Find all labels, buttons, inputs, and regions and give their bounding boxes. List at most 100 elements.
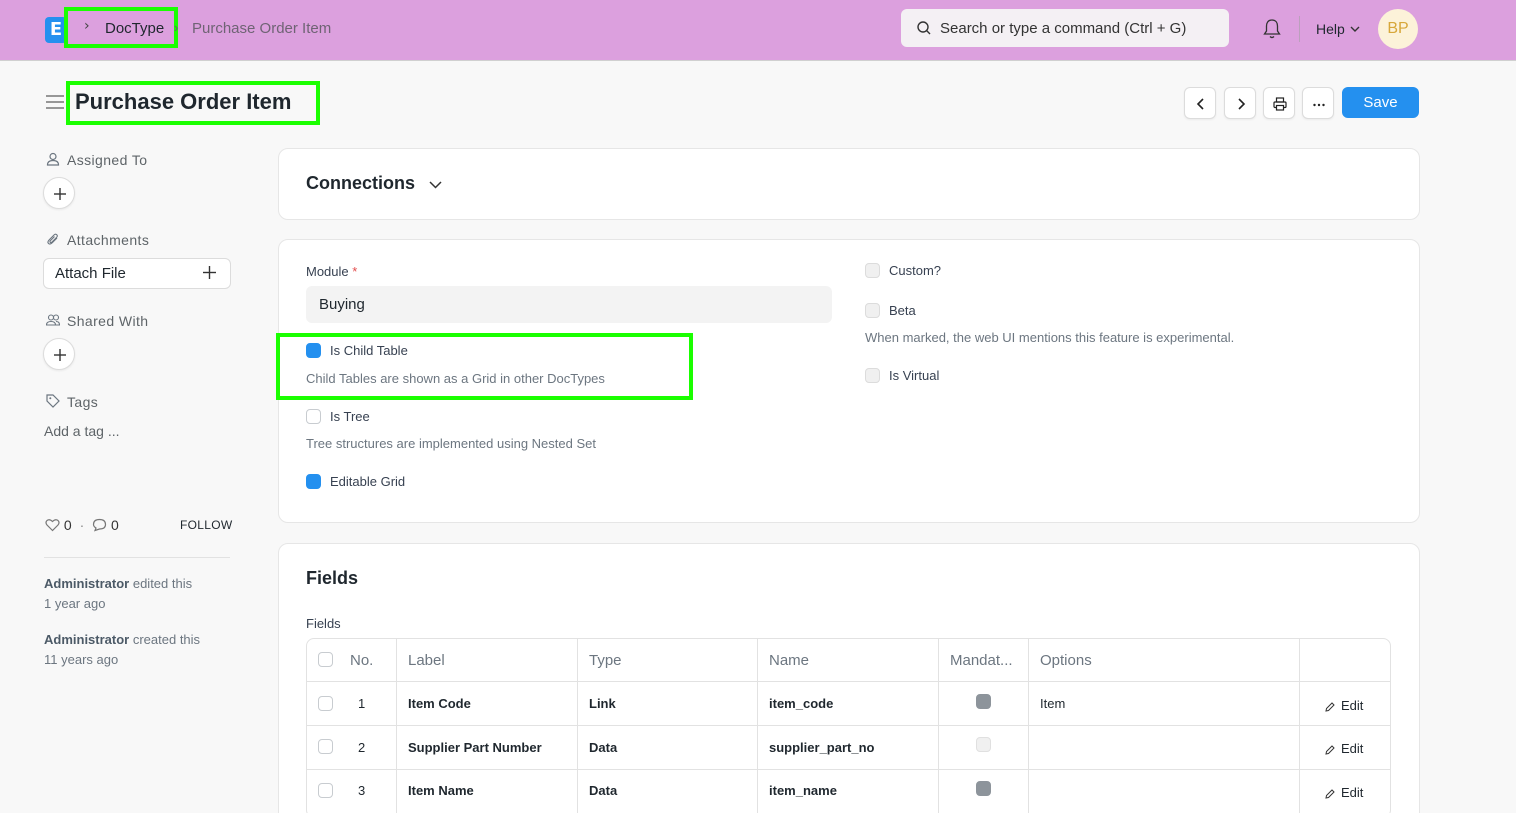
activity-user[interactable]: Administrator: [44, 632, 129, 647]
attach-file-label: Attach File: [55, 265, 126, 282]
add-share-button[interactable]: [43, 338, 75, 370]
row-type[interactable]: Link: [589, 696, 616, 711]
beta-checkbox[interactable]: [865, 303, 880, 318]
users-icon: [46, 314, 60, 326]
plus-icon[interactable]: [203, 266, 216, 279]
breadcrumb-separator: ›: [174, 20, 179, 35]
likes-count: 0: [63, 517, 72, 533]
editable-grid-checkbox[interactable]: [306, 474, 321, 489]
next-button[interactable]: [1224, 87, 1256, 119]
select-all-checkbox[interactable]: [318, 652, 333, 667]
chevron-left-icon: [1196, 98, 1204, 110]
custom-checkbox[interactable]: [865, 263, 880, 278]
custom-label: Custom?: [889, 263, 942, 278]
user-icon: [46, 152, 60, 166]
row-mandatory-checkbox[interactable]: [976, 737, 991, 752]
search-icon: [917, 21, 931, 35]
row-fieldname[interactable]: supplier_part_no: [769, 740, 874, 755]
beta-description: When marked, the web UI mentions this fe…: [865, 330, 1235, 345]
is-tree-label: Is Tree: [330, 409, 370, 424]
printer-icon: [1273, 97, 1287, 111]
is-child-table-checkbox[interactable]: [306, 343, 321, 358]
row-fieldname[interactable]: item_name: [769, 783, 837, 798]
row-label[interactable]: Item Code: [408, 696, 471, 711]
pencil-icon: [1325, 701, 1335, 712]
activity-time: 11 years ago: [44, 652, 119, 667]
connections-card: [278, 148, 1420, 220]
user-avatar[interactable]: BP: [1378, 9, 1418, 49]
activity-created: Administrator created this 11 years ago: [44, 630, 200, 670]
add-assignee-button[interactable]: [43, 177, 75, 209]
print-button[interactable]: [1263, 87, 1295, 119]
row-select-checkbox[interactable]: [318, 739, 333, 754]
row-select-checkbox[interactable]: [318, 783, 333, 798]
row-type[interactable]: Data: [589, 740, 617, 755]
comments-count: 0: [111, 517, 119, 533]
heart-icon[interactable]: [45, 518, 60, 532]
more-actions-button[interactable]: [1302, 87, 1334, 119]
grid-column-divider: [577, 639, 578, 813]
is-tree-description: Tree structures are implemented using Ne…: [306, 436, 596, 451]
follow-button[interactable]: FOLLOW: [180, 518, 232, 532]
row-mandatory-checkbox[interactable]: [976, 781, 991, 796]
row-type[interactable]: Data: [589, 783, 617, 798]
row-edit-button[interactable]: Edit: [1325, 698, 1363, 713]
pencil-icon: [1325, 744, 1335, 755]
notification-bell-icon[interactable]: [1262, 18, 1282, 40]
row-label[interactable]: Supplier Part Number: [408, 740, 542, 755]
activity-user[interactable]: Administrator: [44, 576, 129, 591]
row-fieldname[interactable]: item_code: [769, 696, 833, 711]
previous-button[interactable]: [1184, 87, 1216, 119]
activity-edited: Administrator edited this 1 year ago: [44, 574, 192, 614]
is-child-table-description: Child Tables are shown as a Grid in othe…: [306, 371, 605, 386]
sidebar-toggle-icon[interactable]: [46, 95, 64, 109]
row-edit-button[interactable]: Edit: [1325, 741, 1363, 756]
activity-time: 1 year ago: [44, 596, 106, 611]
grid-column-divider: [938, 639, 939, 813]
row-edit-button[interactable]: Edit: [1325, 785, 1363, 800]
beta-label: Beta: [889, 303, 916, 318]
is-virtual-checkbox[interactable]: [865, 368, 880, 383]
row-number: 3: [358, 783, 366, 798]
sidebar-divider: [44, 557, 230, 558]
row-select-checkbox[interactable]: [318, 696, 333, 711]
connections-title[interactable]: Connections: [306, 173, 415, 194]
save-button[interactable]: Save: [1342, 87, 1419, 118]
comment-icon[interactable]: [92, 518, 107, 532]
separator-dot: ·: [79, 517, 85, 533]
tag-icon: [46, 394, 60, 408]
help-menu[interactable]: Help: [1316, 21, 1345, 37]
grid-column-divider: [757, 639, 758, 813]
column-header-name: Name: [769, 652, 810, 669]
search-input[interactable]: [940, 9, 1220, 47]
column-header-type: Type: [589, 652, 622, 669]
tags-label: Tags: [67, 394, 99, 410]
chevron-right-icon: ›: [84, 18, 90, 34]
breadcrumb-doctype[interactable]: DocType: [105, 20, 164, 37]
is-child-table-label: Is Child Table: [330, 343, 408, 358]
likes-comments: 0 · 0: [45, 517, 119, 533]
attachments-label: Attachments: [67, 232, 150, 248]
row-mandatory-checkbox[interactable]: [976, 694, 991, 709]
plus-icon: [54, 188, 66, 200]
row-options[interactable]: Item: [1040, 696, 1065, 711]
navbar-divider: [1299, 16, 1300, 42]
chevron-right-icon: [1238, 98, 1246, 110]
is-virtual-label: Is Virtual: [889, 368, 940, 383]
shared-with-label: Shared With: [67, 313, 149, 329]
more-icon: [1313, 103, 1325, 107]
activity-action: created this: [129, 632, 201, 647]
editable-grid-label: Editable Grid: [330, 474, 406, 489]
fields-section-title: Fields: [306, 568, 359, 588]
column-header-no: No.: [350, 652, 374, 669]
breadcrumb-current[interactable]: Purchase Order Item: [192, 20, 331, 37]
row-label[interactable]: Item Name: [408, 783, 474, 798]
add-tag-link[interactable]: Add a tag ...: [44, 423, 120, 439]
plus-icon: [54, 349, 66, 361]
module-label: Module *: [306, 264, 358, 279]
chevron-down-icon[interactable]: [429, 181, 442, 189]
is-tree-checkbox[interactable]: [306, 409, 321, 424]
chevron-down-icon[interactable]: [1350, 26, 1360, 33]
module-field[interactable]: [306, 286, 832, 323]
page-title: Purchase Order Item: [75, 89, 292, 114]
